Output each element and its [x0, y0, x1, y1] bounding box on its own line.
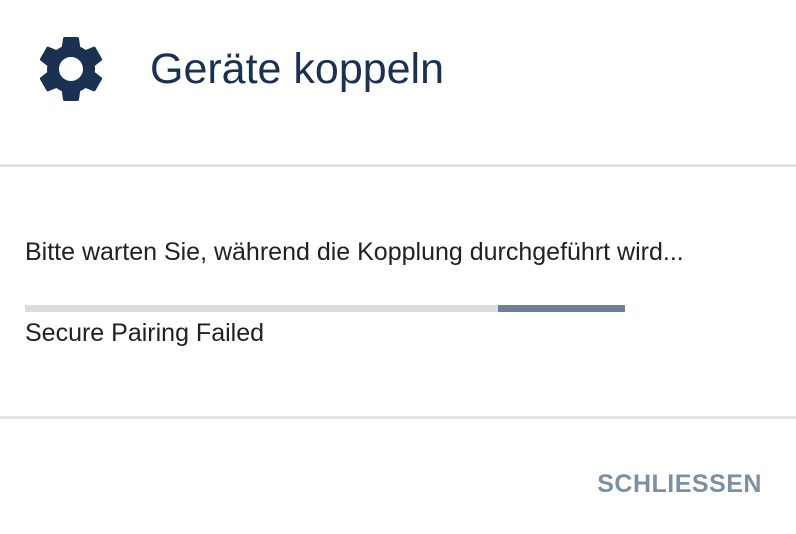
- dialog-header: Geräte koppeln: [0, 0, 796, 164]
- progress-indicator: [498, 305, 625, 312]
- gear-icon: [31, 29, 111, 109]
- pairing-dialog: Geräte koppeln Bitte warten Sie, während…: [0, 0, 796, 534]
- pairing-progress-bar: [25, 305, 625, 312]
- pairing-message: Bitte warten Sie, während die Kopplung d…: [25, 238, 684, 266]
- close-button[interactable]: SCHLIESSEN: [597, 466, 762, 502]
- footer-divider: [0, 416, 796, 419]
- dialog-title: Geräte koppeln: [150, 45, 445, 93]
- header-divider: [0, 164, 796, 167]
- pairing-status-text: Secure Pairing Failed: [25, 319, 265, 347]
